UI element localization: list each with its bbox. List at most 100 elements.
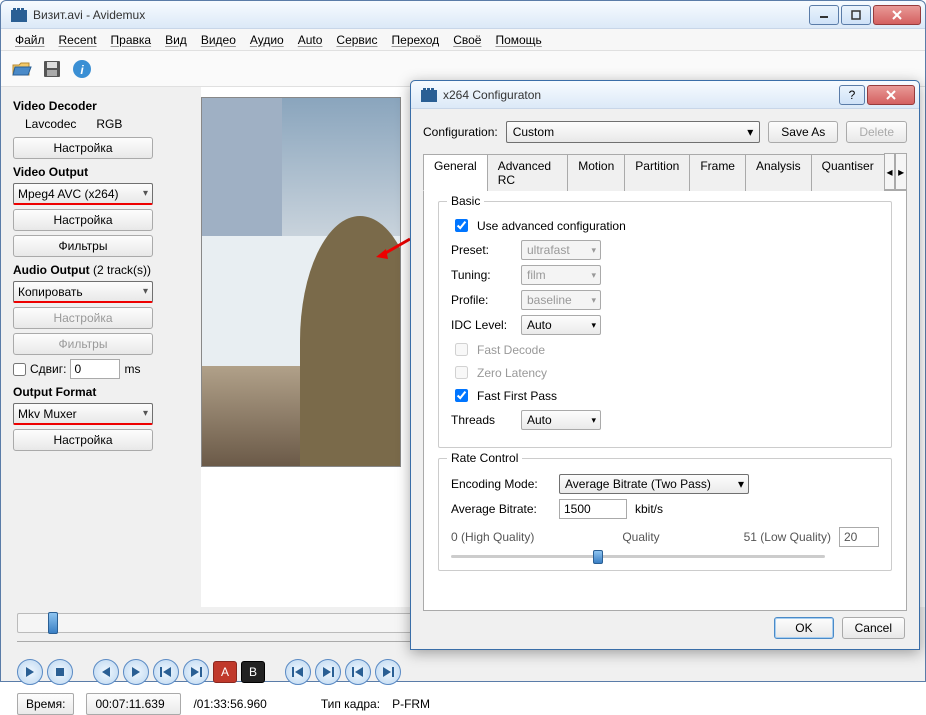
lavcodec-label: Lavcodec [25, 117, 76, 131]
save-icon[interactable] [39, 56, 65, 82]
threads-combo[interactable]: Auto [521, 410, 601, 430]
minimize-button[interactable] [809, 5, 839, 25]
shift-input[interactable]: 0 [70, 359, 120, 379]
save-as-button[interactable]: Save As [768, 121, 838, 143]
profile-combo[interactable]: baseline [521, 290, 601, 310]
menu-view[interactable]: Вид [159, 31, 193, 49]
menu-custom[interactable]: Своё [447, 31, 487, 49]
window-title: Визит.avi - Avidemux [33, 8, 809, 22]
preset-combo[interactable]: ultrafast [521, 240, 601, 260]
tab-partition[interactable]: Partition [624, 154, 690, 191]
threads-label: Threads [451, 413, 513, 427]
use-adv-checkbox[interactable] [455, 219, 468, 232]
tab-scroll-left[interactable]: ◂ [884, 153, 896, 190]
dialog-title: x264 Configuraton [443, 88, 839, 102]
menu-auto[interactable]: Auto [292, 31, 329, 49]
x264-config-dialog: x264 Configuraton ? Configuration: Custo… [410, 80, 920, 650]
prev-keyframe-button[interactable] [153, 659, 179, 685]
quality-spin[interactable]: 20 [839, 527, 879, 547]
shift-checkbox[interactable] [13, 363, 26, 376]
maximize-button[interactable] [841, 5, 871, 25]
side-panel: Video Decoder Lavcodec RGB Настройка Vid… [1, 87, 201, 607]
basic-title: Basic [447, 194, 484, 208]
dialog-titlebar: x264 Configuraton ? [411, 81, 919, 109]
tab-motion[interactable]: Motion [567, 154, 625, 191]
video-output-config-button[interactable]: Настройка [13, 209, 153, 231]
video-filters-button[interactable]: Фильтры [13, 235, 153, 257]
audio-filters-button[interactable]: Фильтры [13, 333, 153, 355]
idc-label: IDC Level: [451, 318, 513, 332]
menu-go[interactable]: Переход [386, 31, 446, 49]
time-field[interactable]: 00:07:11.639 [86, 693, 181, 715]
info-icon[interactable]: i [69, 56, 95, 82]
go-mark-b-button[interactable] [375, 659, 401, 685]
profile-label: Profile: [451, 293, 513, 307]
video-codec-combo[interactable]: Mpeg4 AVC (x264) [13, 183, 153, 205]
idc-combo[interactable]: Auto [521, 315, 601, 335]
dialog-close-button[interactable] [867, 85, 915, 105]
open-icon[interactable] [9, 56, 35, 82]
quality-slider[interactable] [451, 555, 825, 558]
fast-first-pass-label: Fast First Pass [477, 389, 557, 403]
mark-a-button[interactable]: A [213, 661, 237, 683]
arrow-icon [376, 235, 412, 261]
video-decoder-config-button[interactable]: Настройка [13, 137, 153, 159]
app-icon [11, 7, 27, 23]
dialog-help-button[interactable]: ? [839, 85, 865, 105]
video-decoder-title: Video Decoder [13, 99, 189, 113]
tab-advanced-rc[interactable]: Advanced RC [487, 154, 569, 191]
tuning-combo[interactable]: film [521, 265, 601, 285]
audio-codec-combo[interactable]: Копировать [13, 281, 153, 303]
menu-video[interactable]: Видео [195, 31, 242, 49]
encoding-mode-label: Encoding Mode: [451, 477, 551, 491]
preset-label: Preset: [451, 243, 513, 257]
video-preview [201, 97, 401, 467]
close-button[interactable] [873, 5, 921, 25]
menu-recent[interactable]: Recent [53, 31, 103, 49]
tab-analysis[interactable]: Analysis [745, 154, 812, 191]
frame-type-value: P-FRM [392, 697, 430, 711]
mark-b-button[interactable]: B [241, 661, 265, 683]
tab-content-general: Basic Use advanced configuration Preset:… [423, 191, 907, 611]
tab-scroll-right[interactable]: ▸ [895, 153, 907, 190]
tuning-label: Tuning: [451, 268, 513, 282]
play-button[interactable] [17, 659, 43, 685]
avg-bitrate-input[interactable]: 1500 [559, 499, 627, 519]
menu-audio[interactable]: Аудио [244, 31, 290, 49]
menu-help[interactable]: Помощь [489, 31, 547, 49]
tab-frame[interactable]: Frame [689, 154, 746, 191]
slider-thumb[interactable] [593, 550, 603, 564]
time-label-field: Время: [17, 693, 74, 715]
cancel-button[interactable]: Cancel [842, 617, 905, 639]
muxer-combo[interactable]: Mkv Muxer [13, 403, 153, 425]
fast-first-pass-checkbox[interactable] [455, 389, 468, 402]
ok-button[interactable]: OK [774, 617, 833, 639]
tab-general[interactable]: General [423, 154, 488, 191]
audio-config-button[interactable]: Настройка [13, 307, 153, 329]
next-frame-button[interactable] [123, 659, 149, 685]
bitrate-unit: kbit/s [635, 502, 663, 516]
tab-quantiser[interactable]: Quantiser [811, 154, 885, 191]
go-mark-a-button[interactable] [345, 659, 371, 685]
rate-control-group: Rate Control Encoding Mode:Average Bitra… [438, 458, 892, 571]
configuration-combo[interactable]: Custom [506, 121, 761, 143]
next-keyframe-button[interactable] [183, 659, 209, 685]
configuration-label: Configuration: [423, 125, 498, 139]
video-output-title: Video Output [13, 165, 189, 179]
quality-label: Quality [559, 530, 723, 544]
stop-button[interactable] [47, 659, 73, 685]
fast-decode-label: Fast Decode [477, 343, 545, 357]
menu-tools[interactable]: Сервис [330, 31, 383, 49]
prev-frame-button[interactable] [93, 659, 119, 685]
menu-edit[interactable]: Правка [105, 31, 158, 49]
scrubber-handle[interactable] [48, 612, 58, 634]
output-format-config-button[interactable]: Настройка [13, 429, 153, 451]
delete-button[interactable]: Delete [846, 121, 907, 143]
go-start-button[interactable] [285, 659, 311, 685]
menu-file[interactable]: Файл [9, 31, 51, 49]
encoding-mode-combo[interactable]: Average Bitrate (Two Pass) [559, 474, 749, 494]
basic-group: Basic Use advanced configuration Preset:… [438, 201, 892, 448]
go-end-button[interactable] [315, 659, 341, 685]
total-time: /01:33:56.960 [193, 697, 266, 711]
avg-bitrate-label: Average Bitrate: [451, 502, 551, 516]
